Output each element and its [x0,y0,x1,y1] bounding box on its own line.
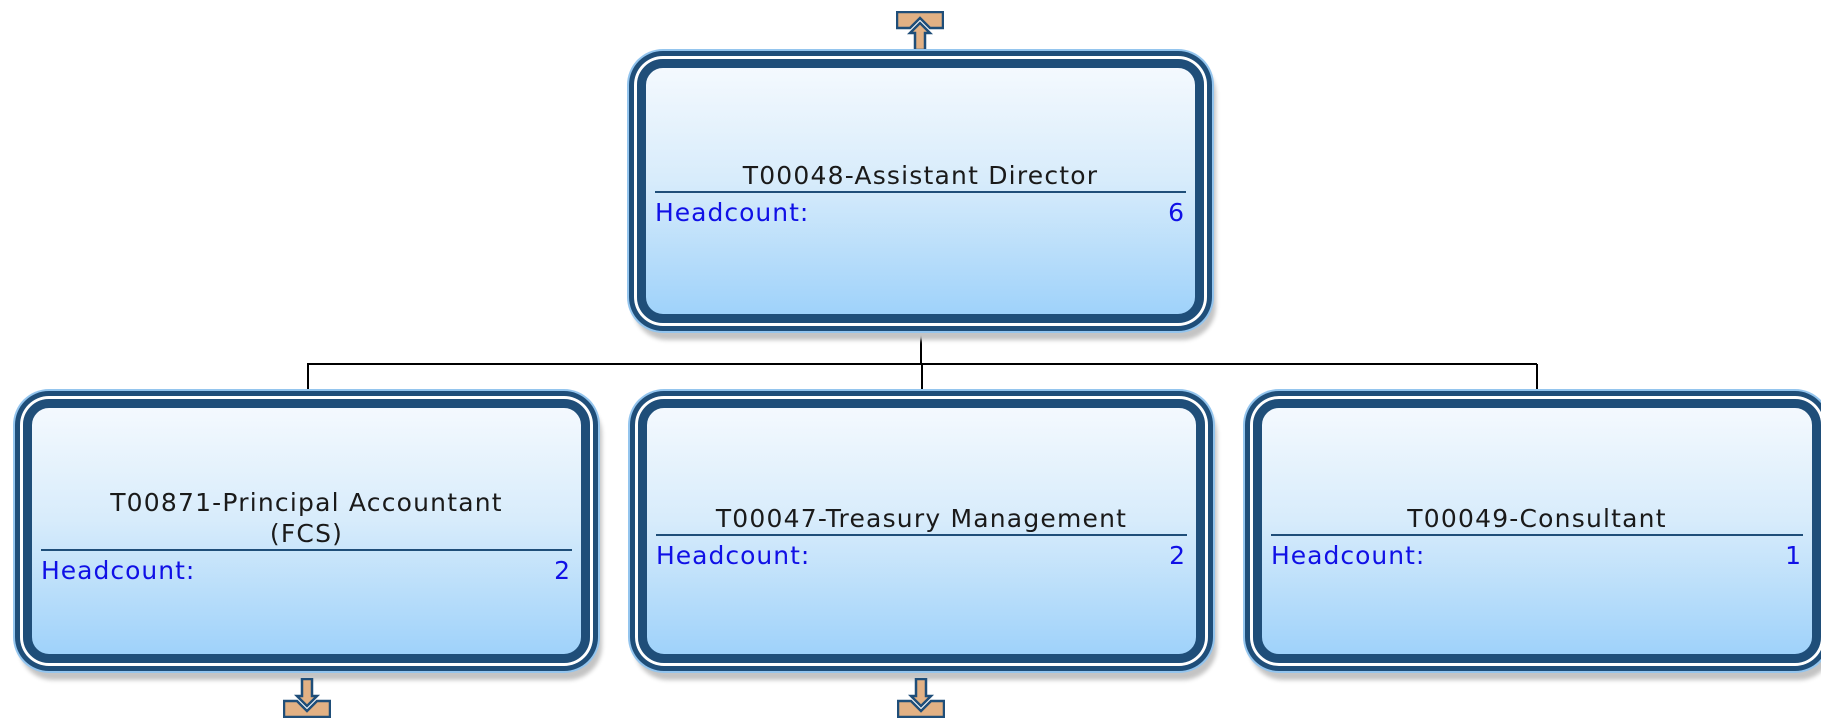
org-node-child-2[interactable]: T00047-Treasury Management Headcount: 2 [638,399,1205,663]
org-node-child-3[interactable]: T00049-Consultant Headcount: 1 [1253,399,1821,663]
metric-label: Headcount: [655,198,810,227]
metric-label: Headcount: [656,541,811,570]
metric-value: 6 [1168,198,1185,227]
org-node-root[interactable]: T00048-Assistant Director Headcount: 6 [637,59,1204,323]
node-title: T00048-Assistant Director [655,160,1186,193]
node-metric-row: Headcount: 6 [655,193,1186,233]
org-node-child-1[interactable]: T00871-Principal Accountant (FCS) Headco… [23,399,590,663]
metric-value: 2 [554,556,571,585]
expand-down-arrow-icon[interactable] [897,678,945,718]
node-metric-row: Headcount: 1 [1271,536,1803,576]
expand-down-arrow-icon[interactable] [283,678,331,718]
metric-value: 2 [1169,541,1186,570]
node-title: T00049-Consultant [1271,503,1803,536]
node-metric-row: Headcount: 2 [41,551,572,591]
metric-label: Headcount: [1271,541,1426,570]
metric-value: 1 [1785,541,1802,570]
node-title: T00047-Treasury Management [656,503,1187,536]
node-metric-row: Headcount: 2 [656,536,1187,576]
node-title: T00871-Principal Accountant (FCS) [41,487,572,551]
metric-label: Headcount: [41,556,196,585]
expand-up-arrow-icon[interactable] [896,11,944,51]
